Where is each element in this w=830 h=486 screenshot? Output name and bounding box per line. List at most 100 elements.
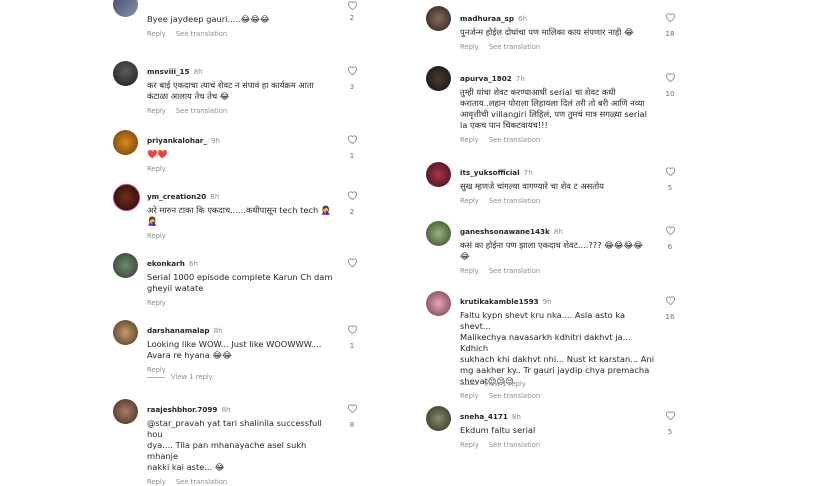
reply-button[interactable]: Reply (460, 392, 479, 400)
comment-username[interactable]: apurva_1802 (460, 74, 512, 83)
reply-button[interactable]: Reply (147, 107, 166, 115)
comment-text: कसं का होईना पण झाला एकदाच शेवट....??? 😂… (460, 240, 644, 261)
comment-time: 7h (523, 168, 533, 177)
like-count: 1 (349, 341, 355, 350)
heart-outline-icon (665, 411, 675, 420)
like-button[interactable]: 5 (664, 166, 676, 192)
comment-username[interactable]: sneha_4171 (460, 412, 508, 421)
comment-username[interactable]: its_yuksofficial (460, 168, 520, 177)
see-translation-link[interactable]: See translation (489, 392, 540, 400)
reply-button[interactable]: Reply (147, 478, 166, 486)
avatar[interactable] (113, 130, 138, 155)
comment-text: Byee jaydeep gauri.....😂😂😂 (147, 14, 270, 24)
comment-text: Looking like WOW... Just like WOOWWW....… (147, 339, 322, 360)
like-button[interactable]: 2 (346, 0, 358, 22)
comment-username[interactable]: madhuraa_sp (460, 14, 514, 23)
like-button[interactable]: 16 (664, 295, 676, 321)
avatar[interactable] (113, 399, 138, 424)
view-replies-label[interactable]: View 1 reply (171, 373, 213, 381)
avatar[interactable] (426, 66, 451, 91)
comment-username[interactable]: mnsviii_15 (147, 67, 190, 76)
comment-time: 6h (517, 14, 528, 23)
comment-username[interactable]: darshanamalap (147, 326, 210, 335)
comment-text: अरे मारुन टाका कि एकदाच......कधीपासून te… (147, 205, 332, 226)
like-count: 1 (349, 151, 355, 160)
see-translation-link[interactable]: See translation (489, 43, 540, 51)
like-button[interactable]: 1 (346, 324, 358, 350)
avatar[interactable] (426, 221, 451, 246)
like-count: 16 (665, 312, 675, 321)
comment-text: तुम्ही यांचा शेवट करण्याआधी serial चा शे… (460, 87, 647, 130)
avatar[interactable] (426, 406, 451, 431)
comment-text: Faltu kypn shevt kru nka.... Asla asto k… (460, 310, 655, 386)
like-button[interactable]: 5 (664, 410, 676, 436)
see-translation-link[interactable]: See translation (176, 478, 227, 486)
comment-username[interactable]: ym_creation20 (147, 192, 206, 201)
see-translation-link[interactable]: See translation (489, 136, 540, 144)
reply-button[interactable]: Reply (147, 30, 166, 38)
like-button[interactable]: 8 (346, 403, 358, 429)
like-button[interactable]: 6 (664, 225, 676, 251)
like-count: 5 (667, 183, 673, 192)
reply-button[interactable]: Reply (147, 232, 166, 240)
comment-username[interactable]: priyankalohar_ (147, 136, 207, 145)
comment-username[interactable]: ekonkarh (147, 259, 185, 268)
avatar[interactable] (113, 184, 140, 211)
avatar[interactable] (426, 6, 451, 31)
heart-outline-icon (347, 191, 357, 200)
heart-outline-icon (665, 167, 675, 176)
like-button[interactable]: 18 (664, 12, 676, 38)
heart-outline-icon (347, 66, 357, 75)
view-replies-link[interactable]: View 1 reply (147, 373, 213, 381)
see-translation-link[interactable]: See translation (489, 267, 540, 275)
comment-time: 9h (210, 136, 221, 145)
comment-username[interactable]: ganeshsonawane143k (460, 227, 550, 236)
comment-username[interactable]: raajeshbhor.7099 (147, 405, 217, 414)
heart-outline-icon (347, 1, 357, 10)
avatar[interactable] (113, 61, 138, 86)
comment-text: कर बाई एकदाचा त्याचं शेवट न संपावं हा का… (147, 80, 314, 101)
like-button[interactable]: 10 (664, 72, 676, 98)
see-translation-link[interactable]: See translation (489, 441, 540, 449)
like-button[interactable]: 1 (346, 134, 358, 160)
avatar[interactable] (113, 253, 138, 278)
comment-time: 9h (542, 297, 552, 306)
like-button[interactable]: 3 (346, 65, 358, 91)
see-translation-link[interactable]: See translation (489, 197, 540, 205)
comment-time: 8h (221, 405, 231, 414)
like-count: 8 (349, 420, 355, 429)
comment-time: 8h (511, 412, 521, 421)
heart-outline-icon (665, 13, 675, 22)
reply-button[interactable]: Reply (147, 165, 166, 173)
comment-username[interactable]: krutikakamble1593 (460, 297, 539, 306)
see-translation-link[interactable]: See translation (176, 107, 227, 115)
like-count: 18 (665, 29, 675, 38)
reply-button[interactable]: Reply (460, 136, 479, 144)
comment-time: 6h (188, 259, 198, 268)
avatar[interactable] (426, 162, 451, 187)
like-count: 3 (349, 82, 355, 91)
comment-text: Serial 1000 episode complete Karun Ch da… (147, 272, 333, 293)
comment-item: madhuraa_sp 6h पुनर्जन्म होईल दोघांचा पण … (420, 4, 690, 54)
comment-item: krutikakamble1593 9h Faltu kypn shevt kru… (420, 287, 690, 400)
heart-outline-icon (347, 404, 357, 413)
reply-button[interactable]: Reply (147, 299, 166, 307)
view-replies-link[interactable]: View 1 reply (460, 380, 526, 388)
reply-button[interactable]: Reply (460, 43, 479, 51)
comment-item: its_yuksofficial 7h सुख म्हणजे चांगल्या व… (420, 158, 690, 208)
reply-button[interactable]: Reply (460, 441, 479, 449)
avatar[interactable] (113, 320, 138, 345)
avatar[interactable] (113, 0, 138, 17)
avatar[interactable] (426, 291, 451, 316)
reply-button[interactable]: Reply (460, 197, 479, 205)
reply-button[interactable]: Reply (460, 267, 479, 275)
comment-time: 8h (553, 227, 563, 236)
see-translation-link[interactable]: See translation (176, 30, 227, 38)
like-count: 5 (667, 427, 673, 436)
comment-item: darshanamalap 8h Looking like WOW... Just… (107, 314, 372, 374)
heart-outline-icon (347, 325, 357, 334)
comment-item: ekonkarh 6h Serial 1000 episode complete … (107, 247, 372, 307)
like-button[interactable]: 2 (346, 190, 358, 216)
view-replies-label[interactable]: View 1 reply (484, 380, 526, 388)
like-button[interactable] (346, 257, 358, 274)
